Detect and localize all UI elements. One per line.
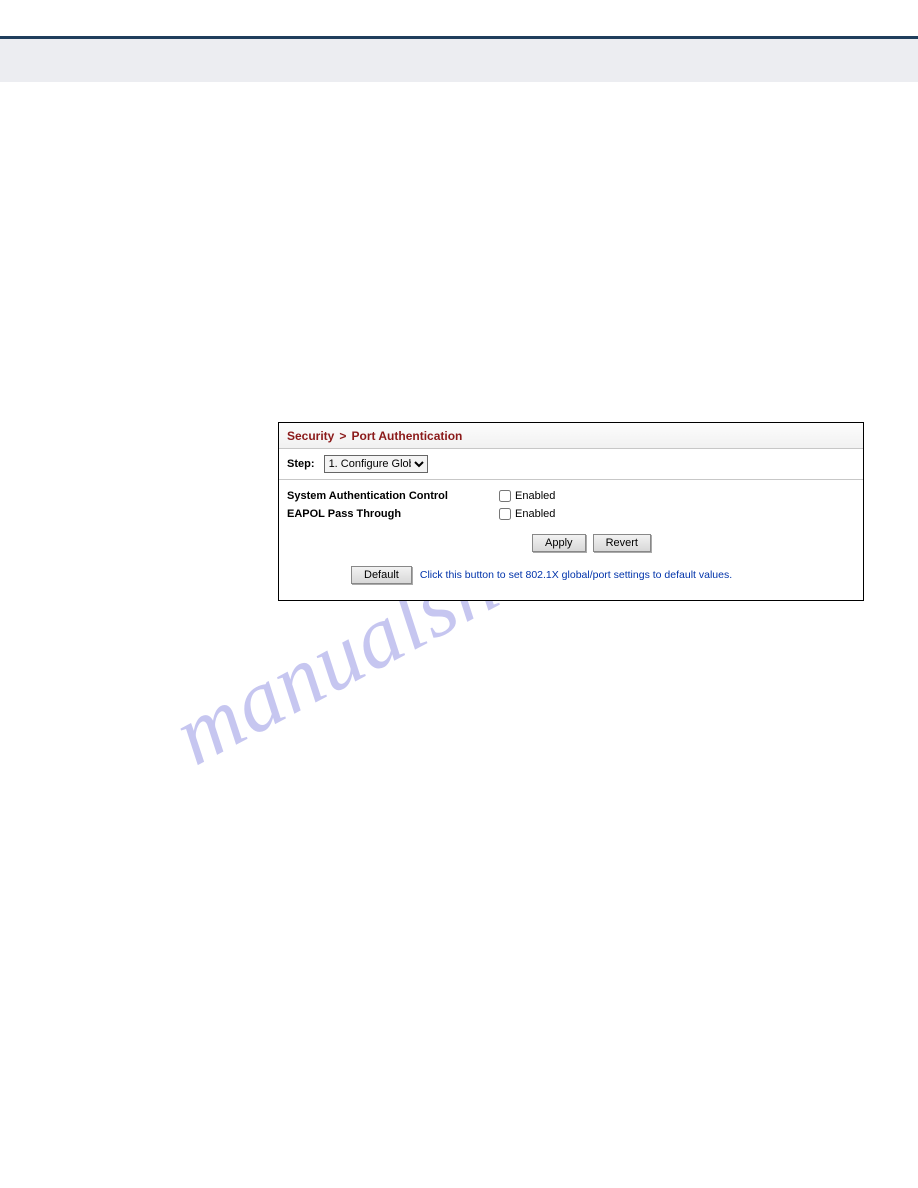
revert-button[interactable]: Revert — [593, 534, 651, 552]
breadcrumb: Security > Port Authentication — [279, 423, 863, 449]
row-sys-auth-control: System Authentication Control Enabled — [287, 490, 855, 502]
default-button[interactable]: Default — [351, 566, 412, 584]
step-label: Step: — [287, 458, 315, 470]
label-eapol-pass-through: EAPOL Pass Through — [287, 508, 499, 520]
breadcrumb-separator: > — [337, 429, 348, 443]
form-body: System Authentication Control Enabled EA… — [279, 480, 863, 600]
label-sys-auth-control: System Authentication Control — [287, 490, 499, 502]
port-auth-panel: Security > Port Authentication Step: 1. … — [278, 422, 864, 601]
checkbox-eapol-pass-through[interactable] — [499, 508, 511, 520]
step-row: Step: 1. Configure Global — [279, 449, 863, 480]
default-hint-text: Click this button to set 802.1X global/p… — [420, 569, 732, 581]
default-row: Default Click this button to set 802.1X … — [287, 558, 855, 592]
breadcrumb-page[interactable]: Port Authentication — [352, 429, 463, 443]
apply-button[interactable]: Apply — [532, 534, 586, 552]
page-header-band — [0, 36, 918, 82]
checktext-eapol-pass-through: Enabled — [515, 508, 555, 520]
checkbox-sys-auth-control[interactable] — [499, 490, 511, 502]
row-eapol-pass-through: EAPOL Pass Through Enabled — [287, 508, 855, 520]
checktext-sys-auth-control: Enabled — [515, 490, 555, 502]
button-row: Apply Revert — [287, 526, 855, 558]
step-select[interactable]: 1. Configure Global — [324, 455, 428, 473]
breadcrumb-section[interactable]: Security — [287, 429, 334, 443]
